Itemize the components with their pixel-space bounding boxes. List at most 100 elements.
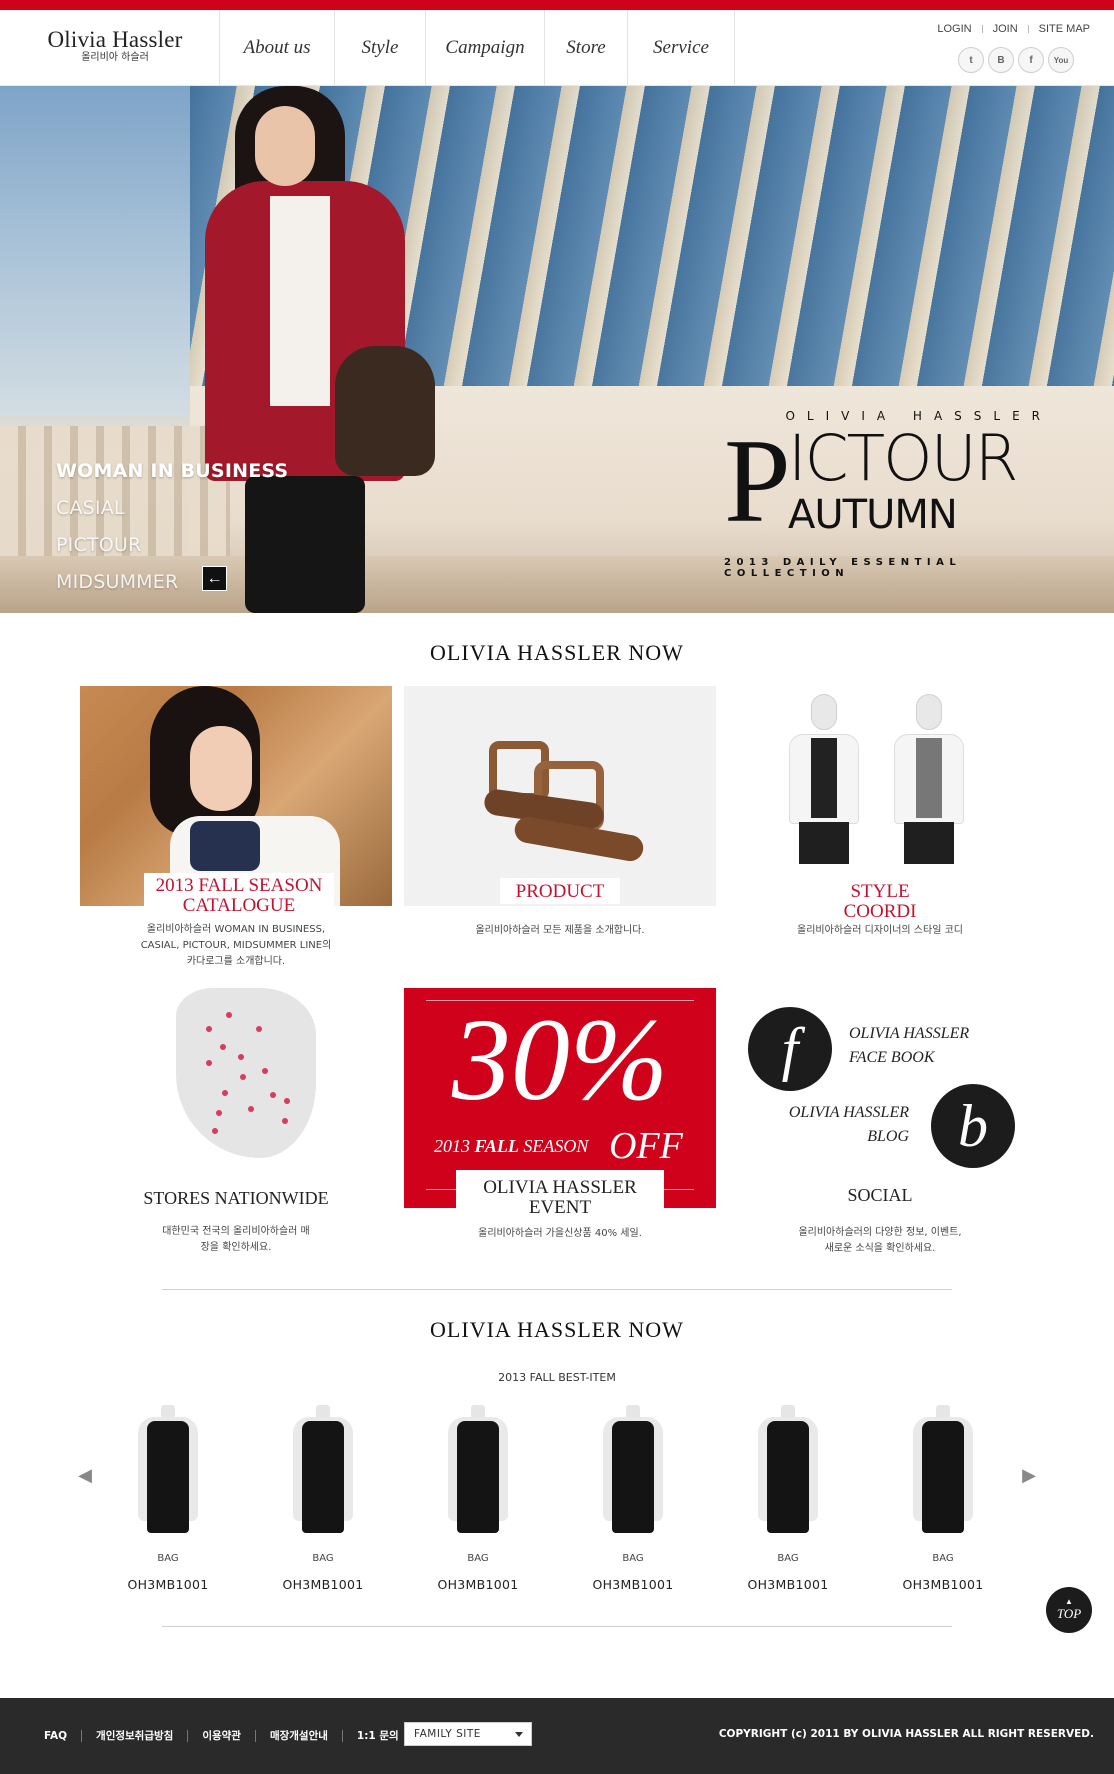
carousel-prev-icon[interactable]: ◀ — [75, 1463, 95, 1487]
arrow-left-icon[interactable]: ← — [202, 566, 227, 591]
product-category: BAG — [932, 1553, 954, 1564]
product-label: PRODUCT — [500, 878, 620, 904]
best-section-title: OLIVIA HASSLER NOW — [430, 1317, 684, 1342]
event-off: OFF — [609, 1125, 683, 1167]
sitemap-link[interactable]: SITE MAP — [1039, 23, 1090, 35]
carousel-next-icon[interactable]: ▶ — [1019, 1463, 1039, 1487]
site-logo[interactable]: Olivia Hassler 올리비아 하슬러 — [40, 28, 190, 64]
logo-name: Olivia Hassler — [47, 27, 183, 52]
utility-links: LOGIN JOIN SITE MAP — [937, 23, 1090, 35]
section-divider — [162, 1289, 952, 1290]
login-link[interactable]: LOGIN — [937, 23, 971, 35]
family-site-label: FAMILY SITE — [414, 1728, 481, 1740]
product-item[interactable]: BAG OH3MB1001 — [437, 1405, 518, 1605]
logo-subtitle: 올리비아 하슬러 — [81, 52, 149, 63]
product-code: OH3MB1001 — [437, 1577, 519, 1592]
hero-collection-menu: WOMAN IN BUSINESS CASIAL PICTOUR MIDSUMM… — [56, 453, 288, 601]
nav-service[interactable]: Service — [627, 10, 735, 86]
event-desc: 올리비아하슬러 가을신상품 40% 세일. — [478, 1228, 642, 1239]
footer-privacy-link[interactable]: 개인정보취급방침 — [96, 1728, 173, 1743]
blog-link-text[interactable]: OLIVIA HASSLER BLOG — [785, 1101, 909, 1149]
hero-subline: 2013 DAILY ESSENTIAL COLLECTION — [724, 557, 962, 579]
product-category: BAG — [312, 1553, 334, 1564]
product-photo — [404, 686, 716, 906]
arrow-up-icon: ▲ — [1065, 1597, 1073, 1606]
hero-menu-casial[interactable]: CASIAL — [56, 490, 288, 527]
product-code: OH3MB1001 — [282, 1577, 364, 1592]
event-banner[interactable]: 30% 2013 FALL SEASON OFF OLIVIA HASSLER … — [404, 988, 716, 1218]
product-item[interactable]: BAG OH3MB1001 — [902, 1405, 983, 1605]
hero-copy: OLIVIA HASSLER P ICTOUR AUTUMN 2013 DAIL… — [724, 409, 1054, 579]
style-coordi-card[interactable]: STYLE COORDI 올리비아하슬러 디자이너의 스타일 코디 — [724, 686, 1036, 946]
product-code: OH3MB1001 — [902, 1577, 984, 1592]
sns-links: t B f You — [958, 47, 1074, 73]
product-item[interactable]: BAG OH3MB1001 — [592, 1405, 673, 1605]
chevron-down-icon — [515, 1732, 523, 1737]
product-category: BAG — [777, 1553, 799, 1564]
stores-card[interactable]: STORES NATIONWIDE 대한민국 전국의 올리비아하슬러 매장을 확… — [80, 988, 392, 1258]
footer-terms-link[interactable]: 이용약관 — [202, 1728, 241, 1743]
product-card[interactable]: PRODUCT 올리비아하슬러 모든 제품을 소개합니다. — [404, 686, 716, 946]
hero-line2: AUTUMN — [788, 492, 958, 538]
nav-campaign[interactable]: Campaign — [425, 10, 544, 86]
best-item-carousel: BAG OH3MB1001 BAG OH3MB1001 BAG OH3MB100… — [127, 1405, 988, 1605]
blog-icon[interactable]: b — [931, 1084, 1015, 1168]
back-to-top-button[interactable]: ▲ TOP — [1046, 1587, 1092, 1633]
social-label: SOCIAL — [780, 1181, 980, 1207]
hero-line1: ICTOUR — [788, 422, 1019, 495]
hero-menu-woman-in-business[interactable]: WOMAN IN BUSINESS — [56, 453, 288, 490]
site-header: Olivia Hassler 올리비아 하슬러 About us Style C… — [0, 10, 1114, 86]
best-section-subtitle: 2013 FALL BEST-ITEM — [498, 1371, 616, 1384]
footer-store-open-link[interactable]: 매장개설안내 — [270, 1728, 328, 1743]
catalogue-label: 2013 FALL SEASON CATALOGUE — [144, 873, 334, 918]
copyright-text: COPYRIGHT (c) 2011 BY OLIVIA HASSLER ALL… — [718, 1728, 1094, 1740]
social-desc: 올리비아하슬러의 다양한 정보, 이벤트, 새로운 소식을 확인하세요. — [798, 1227, 962, 1254]
product-category: BAG — [157, 1553, 179, 1564]
hero-menu-pictour[interactable]: PICTOUR — [56, 527, 288, 564]
product-item[interactable]: BAG OH3MB1001 — [747, 1405, 828, 1605]
facebook-icon[interactable]: f — [1018, 47, 1044, 73]
footer-faq-link[interactable]: FAQ — [44, 1730, 67, 1742]
product-item[interactable]: BAG OH3MB1001 — [127, 1405, 208, 1605]
top-accent-bar — [0, 0, 1114, 10]
blog-icon[interactable]: B — [988, 47, 1014, 73]
hero-initial: P — [724, 414, 791, 547]
footer-links: FAQ 개인정보취급방침 이용약관 매장개설안내 1:1 문의 — [44, 1728, 399, 1743]
catalogue-desc: 올리비아하슬러 WOMAN IN BUSINESS, CASIAL, PICTO… — [140, 924, 332, 967]
join-link[interactable]: JOIN — [993, 23, 1018, 35]
hero-headline: P ICTOUR AUTUMN — [724, 421, 1054, 549]
hero-menu-midsummer[interactable]: MIDSUMMER — [56, 564, 288, 601]
stores-desc: 대한민국 전국의 올리비아하슬러 매장을 확인하세요. — [162, 1226, 310, 1253]
now-section-title: OLIVIA HASSLER NOW — [430, 640, 684, 665]
twitter-icon[interactable]: t — [958, 47, 984, 73]
util-separator — [1027, 25, 1029, 33]
nav-about-us[interactable]: About us — [219, 10, 334, 86]
style-coordi-desc: 올리비아하슬러 디자이너의 스타일 코디 — [797, 925, 963, 936]
nav-store[interactable]: Store — [544, 10, 627, 86]
main-navigation: About us Style Campaign Store Service — [219, 10, 735, 86]
catalogue-card[interactable]: 2013 FALL SEASON CATALOGUE 올리비아하슬러 WOMAN… — [80, 686, 392, 976]
footer-inquiry-link[interactable]: 1:1 문의 — [357, 1728, 399, 1743]
top-label: TOP — [1056, 1606, 1082, 1621]
product-item[interactable]: BAG OH3MB1001 — [282, 1405, 363, 1605]
event-label: OLIVIA HASSLER EVENT — [456, 1170, 664, 1218]
event-season: 2013 FALL SEASON — [434, 1136, 589, 1156]
hero-banner: WOMAN IN BUSINESS CASIAL PICTOUR MIDSUMM… — [0, 86, 1114, 613]
product-code: OH3MB1001 — [592, 1577, 674, 1592]
facebook-icon[interactable]: f — [748, 1007, 832, 1091]
facebook-link-text[interactable]: OLIVIA HASSLER FACE BOOK — [849, 1022, 979, 1070]
stores-label: STORES NATIONWIDE — [116, 1184, 356, 1210]
style-coordi-photo — [724, 686, 1036, 906]
family-site-select[interactable]: FAMILY SITE — [404, 1722, 532, 1746]
product-category: BAG — [467, 1553, 489, 1564]
product-code: OH3MB1001 — [127, 1577, 209, 1592]
youtube-icon[interactable]: You — [1048, 47, 1074, 73]
korea-map — [136, 988, 336, 1163]
nav-style[interactable]: Style — [334, 10, 425, 86]
product-category: BAG — [622, 1553, 644, 1564]
product-desc: 올리비아하슬러 모든 제품을 소개합니다. — [475, 925, 645, 936]
section-divider — [162, 1626, 952, 1627]
site-footer: FAQ 개인정보취급방침 이용약관 매장개설안내 1:1 문의 FAMILY S… — [0, 1698, 1114, 1774]
product-code: OH3MB1001 — [747, 1577, 829, 1592]
style-coordi-label: STYLE COORDI — [800, 878, 960, 924]
